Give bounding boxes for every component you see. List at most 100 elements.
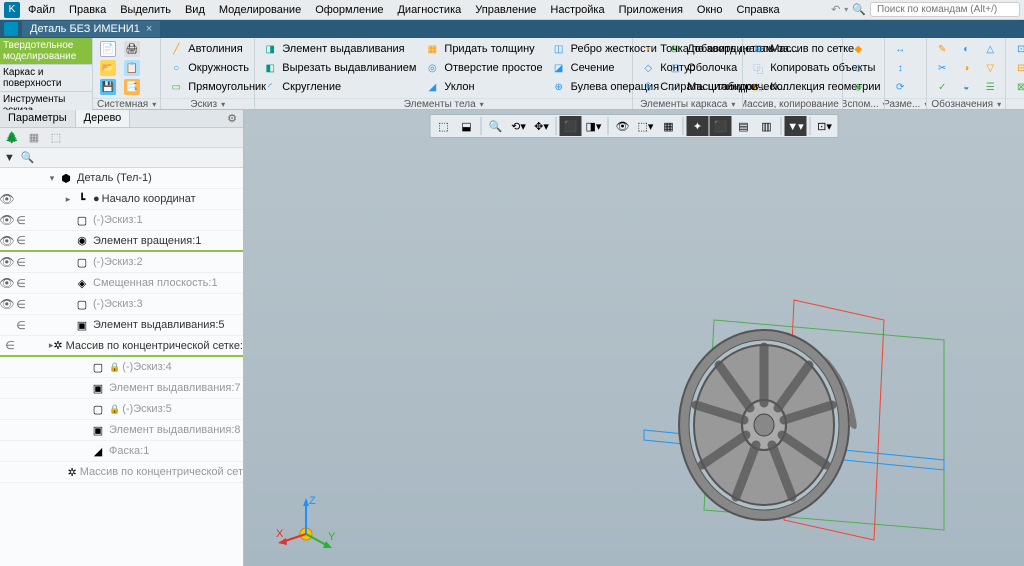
include-icon[interactable]: ∈ <box>14 298 28 311</box>
menu-file[interactable]: Файл <box>22 2 61 18</box>
expand-icon[interactable]: ▸ <box>62 194 74 205</box>
rb-fillet[interactable]: ◜Скругление <box>259 78 419 96</box>
rb-cut-extrude[interactable]: ◧Вырезать выдавливанием <box>259 59 419 77</box>
rb-l2[interactable]: ⊟ <box>1010 59 1024 77</box>
rb-an6[interactable]: ◒ <box>955 78 977 96</box>
expand-icon[interactable]: ▾ <box>46 173 58 184</box>
menu-diagnostics[interactable]: Диагностика <box>391 2 467 18</box>
tree-row[interactable]: ▢🔒(-)Эскиз:5 <box>0 399 243 420</box>
menu-formatting[interactable]: Оформление <box>309 2 389 18</box>
rb-l3[interactable]: ⊠ <box>1010 78 1024 96</box>
search-tree-icon[interactable]: 🔍 <box>21 151 35 164</box>
rb-an8[interactable]: ▽ <box>979 59 1001 77</box>
visibility-icon[interactable]: 👁 <box>0 276 14 290</box>
rb-dim1[interactable]: ↔ <box>889 40 911 58</box>
rb-an9[interactable]: ☰ <box>979 78 1001 96</box>
ribbon-caption-body[interactable]: Элементы тела <box>255 98 632 109</box>
include-icon[interactable]: ∈ <box>14 256 28 269</box>
menu-settings[interactable]: Настройка <box>544 2 610 18</box>
rb-dim2[interactable]: ↕ <box>889 59 911 77</box>
rb-aux3[interactable]: ◈ <box>847 78 869 96</box>
tree-expand-icon[interactable]: 🌲 <box>4 130 20 146</box>
tree-row[interactable]: ∈▣Элемент выдавливания:5 <box>0 315 243 336</box>
menu-help[interactable]: Справка <box>730 2 785 18</box>
rb-print[interactable]: 🖨 <box>121 40 143 58</box>
tree-row[interactable]: ∈▸✲Массив по концентрической сетке: <box>0 336 243 357</box>
rb-an7[interactable]: △ <box>979 40 1001 58</box>
include-icon[interactable]: ∈ <box>14 234 28 247</box>
tree-row[interactable]: 👁∈▢(-)Эскиз:1 <box>0 210 243 231</box>
visibility-icon[interactable]: 👁 <box>0 234 14 248</box>
tree-row[interactable]: ▣Элемент выдавливания:7 <box>0 378 243 399</box>
close-tab-icon[interactable]: × <box>146 23 152 35</box>
ribbon-caption-array[interactable]: Массив, копирование <box>743 98 842 109</box>
side-tab-params[interactable]: Параметры <box>0 110 76 127</box>
rb-extrude[interactable]: ◨Элемент выдавливания <box>259 40 419 58</box>
tree-row[interactable]: 👁∈▢(-)Эскиз:2 <box>0 252 243 273</box>
tree-row[interactable]: ▾⬢Деталь (Тел-1) <box>0 168 243 189</box>
rb-an5[interactable]: ◑ <box>955 59 977 77</box>
tree-row[interactable]: 👁▸┗●Начало координат <box>0 189 243 210</box>
menu-select[interactable]: Выделить <box>114 2 177 18</box>
ribbon-caption-dim[interactable]: Разме... <box>885 98 926 109</box>
tree-row[interactable]: ◢Фаска:1 <box>0 441 243 462</box>
command-search-input[interactable] <box>870 2 1020 17</box>
tree-filter-icon[interactable]: ▦ <box>26 130 42 146</box>
rb-an1[interactable]: ✎ <box>931 40 953 58</box>
3d-viewport[interactable]: ⬚ ⬓ 🔍 ⟲▾ ✥▾ ⬛ ◨▾ 👁 ⬚▾ ▦ ✦ ⬛ ▤ ▥ ▼▾ ⊡▾ <box>244 110 1024 566</box>
rb-draft[interactable]: ◢Уклон <box>421 78 545 96</box>
rb-hole[interactable]: ◎Отверстие простое <box>421 59 545 77</box>
include-icon[interactable]: ∈ <box>14 319 28 332</box>
rb-an3[interactable]: ✓ <box>931 78 953 96</box>
visibility-icon[interactable]: 👁 <box>0 192 14 206</box>
tree-row[interactable]: 👁∈◈Смещенная плоскость:1 <box>0 273 243 294</box>
tree-row[interactable]: 👁∈▢(-)Эскиз:3 <box>0 294 243 315</box>
tree-row[interactable]: ▣Элемент выдавливания:8 <box>0 420 243 441</box>
document-tab[interactable]: Деталь БЕЗ ИМЕНИ1 × <box>22 21 160 37</box>
vtab-solid-modeling[interactable]: Твердотельное моделирование <box>0 38 92 64</box>
rb-dim3[interactable]: ⟳ <box>889 78 911 96</box>
include-icon[interactable]: ∈ <box>14 214 28 227</box>
rb-aux1[interactable]: ◆ <box>847 40 869 58</box>
rb-aux2[interactable]: ◇ <box>847 59 869 77</box>
tree-select-icon[interactable]: ⬚ <box>48 130 64 146</box>
menu-view[interactable]: Вид <box>179 2 211 18</box>
visibility-icon[interactable]: 👁 <box>0 213 14 227</box>
tree-row[interactable]: ▢🔒(-)Эскиз:4 <box>0 357 243 378</box>
gear-icon[interactable]: ⚙ <box>221 110 243 127</box>
rb-l1[interactable]: ⊡ <box>1010 40 1024 58</box>
menu-edit[interactable]: Правка <box>63 2 112 18</box>
undo-icon[interactable]: ↶ <box>831 3 840 16</box>
ribbon-caption-sketch[interactable]: Эскиз <box>161 98 254 109</box>
vtab-wireframe[interactable]: Каркас и поверхности <box>0 64 92 91</box>
rb-save[interactable]: 💾 <box>97 78 119 96</box>
menu-window[interactable]: Окно <box>691 2 729 18</box>
rb-copy[interactable]: 📋 <box>121 59 143 77</box>
dropdown-icon[interactable]: ▾ <box>844 5 848 14</box>
menu-manage[interactable]: Управление <box>469 2 542 18</box>
visibility-icon[interactable]: 👁 <box>0 255 14 269</box>
rb-rectangle[interactable]: ▭Прямоугольник <box>165 78 269 96</box>
feature-icon: ▣ <box>90 422 106 438</box>
menu-modeling[interactable]: Моделирование <box>213 2 307 18</box>
rb-autoline[interactable]: ╱Автолиния <box>165 40 269 58</box>
rb-circle[interactable]: ○Окружность <box>165 59 269 77</box>
include-icon[interactable]: ∈ <box>5 339 15 352</box>
rb-props[interactable]: 📑 <box>121 78 143 96</box>
rb-new[interactable]: 📄 <box>97 40 119 58</box>
rb-thicken[interactable]: ▦Придать толщину <box>421 40 545 58</box>
visibility-icon[interactable]: 👁 <box>0 297 14 311</box>
ribbon-caption-annot[interactable]: Обозначения <box>927 98 1005 109</box>
rb-open[interactable]: 📂 <box>97 59 119 77</box>
tree-row[interactable]: 👁∈◉Элемент вращения:1 <box>0 231 243 252</box>
tree-row[interactable]: ✲Массив по концентрической сет <box>0 462 243 483</box>
rb-an2[interactable]: ✂ <box>931 59 953 77</box>
menu-apps[interactable]: Приложения <box>613 2 689 18</box>
funnel-icon[interactable]: ▼ <box>4 152 15 164</box>
rb-an4[interactable]: ◐ <box>955 40 977 58</box>
ribbon-caption-system[interactable]: Системная <box>93 98 160 109</box>
ribbon-caption-frame[interactable]: Элементы каркаса <box>633 98 742 109</box>
side-tab-tree[interactable]: Дерево <box>76 110 131 127</box>
include-icon[interactable]: ∈ <box>14 277 28 290</box>
ribbon-caption-aux[interactable]: Вспом... <box>843 98 884 109</box>
